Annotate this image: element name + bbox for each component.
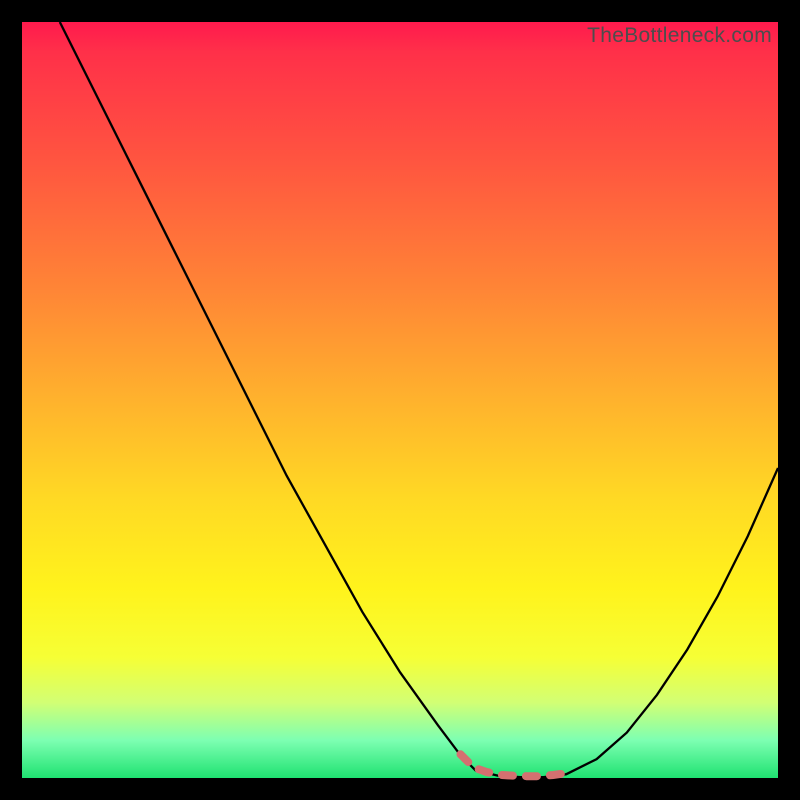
valley-marker (461, 754, 567, 776)
chart-frame: TheBottleneck.com (0, 0, 800, 800)
curve-layer (22, 22, 778, 778)
plot-area: TheBottleneck.com (22, 22, 778, 778)
bottleneck-curve (60, 22, 778, 777)
